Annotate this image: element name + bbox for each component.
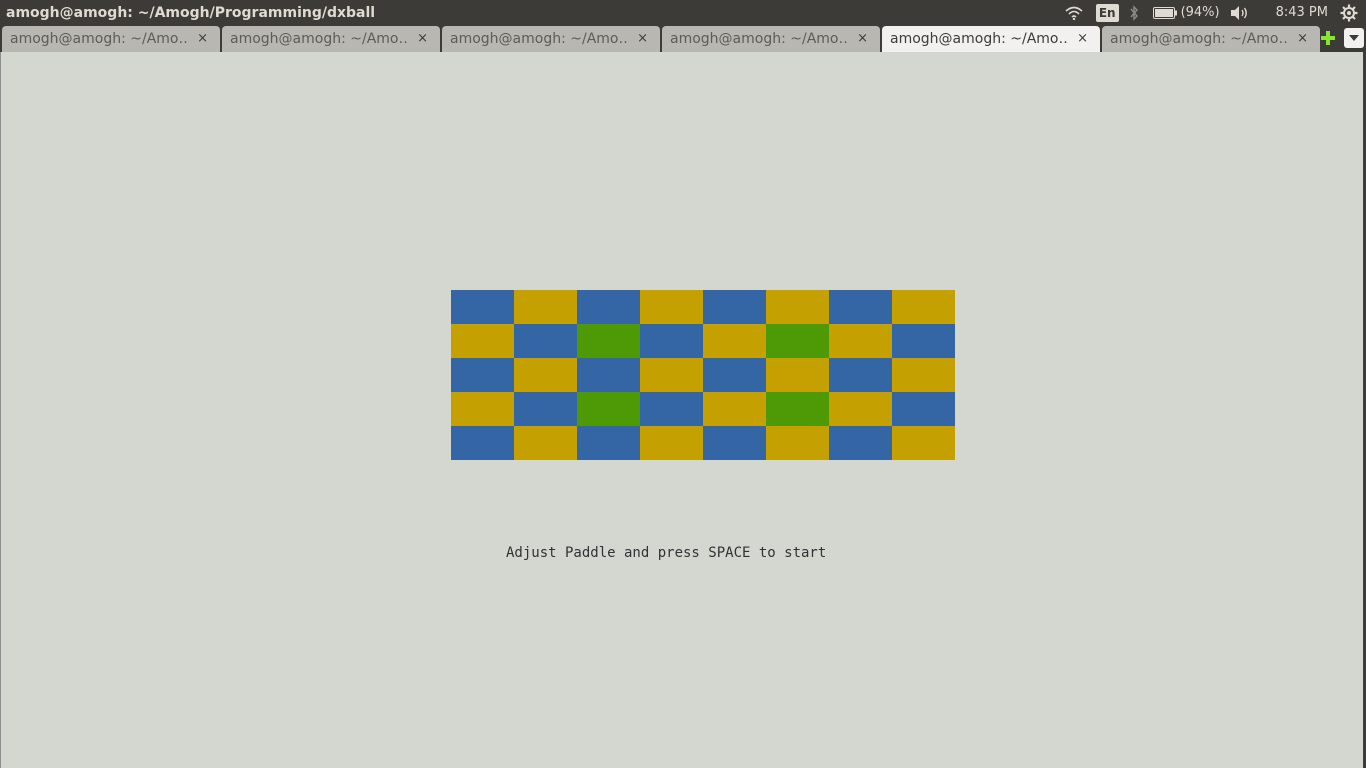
top-panel: amogh@amogh: ~/Amogh/Programming/dxball … — [0, 0, 1366, 25]
terminal-tab[interactable]: amogh@amogh: ~/Amo… × — [662, 26, 880, 52]
start-message: Adjust Paddle and press SPACE to start — [506, 545, 827, 561]
terminal-content[interactable]: Adjust Paddle and press SPACE to start — [0, 52, 1356, 768]
tab-close-icon[interactable]: × — [1077, 31, 1088, 46]
brick-blue — [577, 290, 640, 324]
brick-green — [766, 392, 829, 426]
tab-label: amogh@amogh: ~/Amo… — [10, 31, 187, 47]
tab-close-icon[interactable]: × — [637, 31, 648, 46]
terminal-tab[interactable]: amogh@amogh: ~/Amo… × — [222, 26, 440, 52]
brick-yellow — [703, 392, 766, 426]
brick-yellow — [703, 324, 766, 358]
brick-yellow — [451, 392, 514, 426]
brick-yellow — [892, 290, 955, 324]
terminal-tab-bar: amogh@amogh: ~/Amo… × amogh@amogh: ~/Amo… — [0, 25, 1366, 52]
keyboard-layout-indicator[interactable]: En — [1095, 0, 1129, 25]
language-badge: En — [1095, 3, 1119, 22]
brick-yellow — [766, 426, 829, 460]
brick-green — [577, 392, 640, 426]
brick-yellow — [829, 324, 892, 358]
new-tab-button[interactable] — [1318, 27, 1338, 49]
brick-blue — [640, 392, 703, 426]
brick-blue — [577, 358, 640, 392]
bluetooth-icon[interactable] — [1129, 0, 1141, 25]
tabs-menu-button[interactable] — [1344, 28, 1364, 48]
terminal-tab[interactable]: amogh@amogh: ~/Amo… × — [1102, 26, 1320, 52]
brick-yellow — [829, 392, 892, 426]
terminal-tab[interactable]: amogh@amogh: ~/Amo… × — [2, 26, 220, 52]
tab-label: amogh@amogh: ~/Amo… — [450, 31, 627, 47]
gear-icon[interactable] — [1340, 0, 1360, 25]
brick-blue — [829, 358, 892, 392]
terminal-tab-active[interactable]: amogh@amogh: ~/Amo… × — [882, 26, 1100, 52]
brick-yellow — [514, 358, 577, 392]
brick-blue — [892, 324, 955, 358]
brick-yellow — [640, 426, 703, 460]
wifi-icon[interactable] — [1064, 0, 1086, 25]
brick-blue — [514, 392, 577, 426]
tab-close-icon[interactable]: × — [1297, 31, 1308, 46]
brick-blue — [451, 358, 514, 392]
brick-blue — [892, 392, 955, 426]
tab-close-icon[interactable]: × — [417, 31, 428, 46]
indicator-area: En (94%) 8:43 PM — [1064, 0, 1366, 25]
brick-yellow — [514, 290, 577, 324]
brick-blue — [703, 290, 766, 324]
plus-icon — [1321, 31, 1335, 45]
brick-yellow — [451, 324, 514, 358]
tab-close-icon[interactable]: × — [857, 31, 868, 46]
chevron-down-icon — [1349, 35, 1359, 41]
brick-yellow — [892, 358, 955, 392]
brick-blue — [640, 324, 703, 358]
brick-yellow — [766, 358, 829, 392]
brick-yellow — [640, 290, 703, 324]
tab-label: amogh@amogh: ~/Amo… — [670, 31, 847, 47]
brick-blue — [703, 426, 766, 460]
brick-yellow — [514, 426, 577, 460]
volume-icon[interactable] — [1230, 0, 1250, 25]
brick-blue — [703, 358, 766, 392]
brick-yellow — [892, 426, 955, 460]
brick-blue — [451, 426, 514, 460]
brick-blue — [829, 290, 892, 324]
brick-wall — [451, 290, 955, 460]
tab-label: amogh@amogh: ~/Amo… — [890, 31, 1067, 47]
brick-blue — [577, 426, 640, 460]
tab-label: amogh@amogh: ~/Amo… — [230, 31, 407, 47]
window-title: amogh@amogh: ~/Amogh/Programming/dxball — [6, 4, 376, 21]
battery-percentage: (94%) — [1180, 5, 1220, 20]
terminal-scrollbar[interactable] — [1356, 52, 1366, 768]
battery-icon[interactable] — [1152, 0, 1179, 25]
brick-green — [577, 324, 640, 358]
brick-green — [766, 324, 829, 358]
brick-blue — [514, 324, 577, 358]
tab-label: amogh@amogh: ~/Amo… — [1110, 31, 1287, 47]
brick-yellow — [640, 358, 703, 392]
tab-close-icon[interactable]: × — [197, 31, 208, 46]
clock[interactable]: 8:43 PM — [1276, 0, 1328, 25]
brick-blue — [451, 290, 514, 324]
brick-blue — [829, 426, 892, 460]
brick-yellow — [766, 290, 829, 324]
terminal-tab[interactable]: amogh@amogh: ~/Amo… × — [442, 26, 660, 52]
